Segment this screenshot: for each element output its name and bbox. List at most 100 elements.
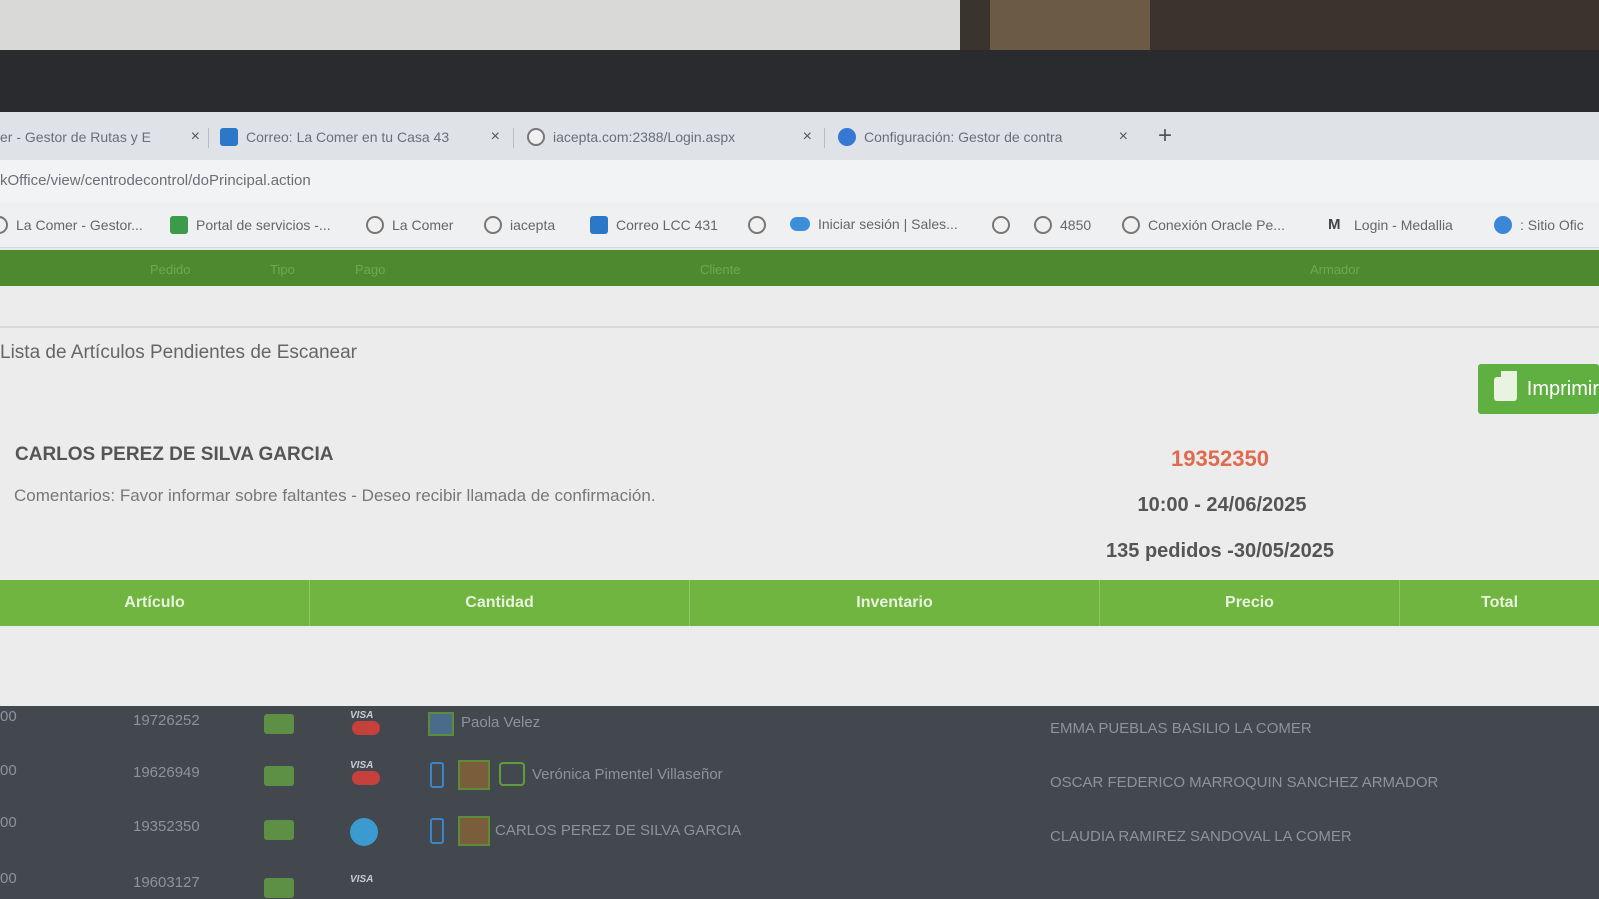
tab-separator: [824, 128, 825, 148]
url-text[interactable]: kOffice/view/centrodecontrol/doPrincipal…: [0, 172, 311, 189]
address-bar[interactable]: kOffice/view/centrodecontrol/doPrincipal…: [0, 160, 1599, 202]
row-assembler: CLAUDIA RAMIREZ SANDOVAL LA COMER: [1050, 828, 1352, 845]
close-icon[interactable]: ×: [191, 128, 200, 146]
row-prefix: 00: [0, 814, 17, 831]
medallia-icon: M: [1328, 216, 1341, 233]
phone-icon: [430, 762, 444, 788]
col-total: Total: [1480, 594, 1519, 611]
bookmark-label: Login - Medallia: [1354, 217, 1453, 233]
bookmark-label: La Comer - Gestor...: [16, 217, 143, 233]
bookmark-sitio-oficial[interactable]: : Sitio Ofic: [1494, 216, 1584, 234]
table-row[interactable]: 00 19726252 VISA Paola Velez EMMA PUEBLA…: [0, 706, 1599, 756]
close-icon[interactable]: ×: [1119, 128, 1128, 146]
product-thumbnail-icon: [458, 816, 490, 846]
tab-label: iacepta.com:2388/Login.aspx: [553, 129, 736, 145]
row-order-number: 19626949: [133, 764, 200, 781]
bookmark-label: Conexión Oracle Pe...: [1148, 217, 1285, 233]
tab-iacepta-login[interactable]: iacepta.com:2388/Login.aspx ×: [527, 120, 812, 154]
globe-icon: [992, 216, 1010, 234]
table-row[interactable]: 00 19626949 VISA Verónica Pimentel Villa…: [0, 756, 1599, 806]
customer-name: CARLOS PEREZ DE SILVA GARCIA: [15, 444, 334, 465]
row-prefix: 00: [0, 708, 17, 725]
bookmark-globe-2[interactable]: [992, 216, 1018, 234]
app-header: Pedido Tipo Pago Cliente Armador: [0, 250, 1599, 286]
bookmark-iacepta[interactable]: iacepta: [484, 216, 555, 234]
screen: er - Gestor de Rutas y E × Correo: La Co…: [0, 112, 1599, 899]
bookmark-portal-servicios[interactable]: Portal de servicios -...: [170, 216, 331, 234]
product-thumbnail-icon: [458, 760, 490, 790]
globe-icon: [527, 128, 545, 146]
tab-bar: er - Gestor de Rutas y E × Correo: La Co…: [0, 112, 1599, 160]
print-button[interactable]: Imprimir: [1478, 364, 1599, 414]
visa-card-icon: VISA: [350, 710, 384, 735]
table-row[interactable]: 00 19352350 CARLOS PEREZ DE SILVA GARCIA…: [0, 808, 1599, 858]
bookmark-4850[interactable]: 4850: [1034, 216, 1091, 234]
package-icon: [499, 762, 525, 786]
client-icon: [428, 712, 454, 736]
header-col-tipo: Tipo: [270, 262, 295, 277]
outlook-icon: [220, 128, 238, 146]
tab-separator: [208, 128, 209, 148]
print-button-label: Imprimir: [1526, 377, 1599, 400]
row-assembler: OSCAR FEDERICO MARROQUIN SANCHEZ ARMADOR: [1050, 774, 1439, 791]
globe-icon: [484, 216, 502, 234]
table-row[interactable]: 00 19603127 VISA: [0, 860, 1599, 899]
truck-icon: [264, 820, 294, 840]
orders-count: 135 pedidos -30/05/2025: [1106, 540, 1334, 562]
monitor-bezel: [0, 50, 1599, 120]
bookmark-globe[interactable]: [748, 216, 774, 234]
close-icon[interactable]: ×: [491, 128, 500, 146]
bookmark-label: : Sitio Ofic: [1520, 217, 1584, 233]
bookmark-label: Iniciar sesión | Sales...: [818, 216, 958, 232]
room-background: [0, 0, 1599, 50]
col-inventario: Inventario: [690, 580, 1100, 626]
row-client: CARLOS PEREZ DE SILVA GARCIA: [495, 822, 742, 839]
tab-configuracion[interactable]: Configuración: Gestor de contra ×: [838, 120, 1128, 154]
bookmark-label: Portal de servicios -...: [196, 217, 331, 233]
col-cantidad: Cantidad: [310, 580, 690, 626]
bookmark-la-comer-gestor[interactable]: La Comer - Gestor...: [0, 216, 143, 234]
bookmark-label: Correo LCC 431: [616, 217, 718, 233]
row-order-number: 19603127: [133, 874, 200, 891]
truck-icon: [264, 766, 294, 786]
outlook-icon: [590, 216, 608, 234]
divider: [0, 326, 1599, 328]
tab-gestor-rutas[interactable]: er - Gestor de Rutas y E ×: [0, 120, 200, 154]
bookmark-la-comer[interactable]: La Comer: [366, 216, 453, 234]
col-articulo: Artículo: [0, 580, 310, 626]
printer-icon: [1494, 371, 1517, 401]
delivery-slot: 10:00 - 24/06/2025: [1137, 494, 1307, 516]
truck-icon: [264, 714, 294, 734]
phone-icon: [430, 818, 444, 844]
bookmark-salesforce[interactable]: Iniciar sesión | Sales...: [790, 216, 958, 232]
col-precio: Precio: [1100, 580, 1400, 626]
bookmark-correo-lcc[interactable]: Correo LCC 431: [590, 216, 718, 234]
row-client: Paola Velez: [461, 714, 541, 731]
world-icon: [1494, 216, 1512, 234]
new-tab-button[interactable]: +: [1158, 122, 1172, 150]
visa-card-icon: VISA: [350, 874, 374, 885]
room-wood: [990, 0, 1150, 50]
close-icon[interactable]: ×: [803, 128, 812, 146]
row-prefix: 00: [0, 870, 17, 887]
globe-icon: [366, 216, 384, 234]
order-comments: Comentarios: Favor informar sobre faltan…: [14, 486, 656, 505]
row-client: Verónica Pimentel Villaseñor: [532, 766, 723, 783]
row-assembler: EMMA PUEBLAS BASILIO LA COMER: [1050, 720, 1312, 737]
header-col-pedido: Pedido: [150, 262, 191, 277]
pending-items-panel: Lista de Artículos Pendientes de Escanea…: [0, 286, 1599, 706]
bookmark-label: iacepta: [510, 217, 556, 233]
tab-label: Configuración: Gestor de contra: [864, 129, 1063, 145]
globe-icon: [748, 216, 766, 234]
tab-correo[interactable]: Correo: La Comer en tu Casa 43 ×: [220, 120, 500, 154]
orders-list-background: 00 19726252 VISA Paola Velez EMMA PUEBLA…: [0, 706, 1599, 899]
globe-icon: [0, 216, 8, 234]
bookmark-label: 4850: [1060, 217, 1092, 233]
header-col-pago: Pago: [355, 262, 386, 277]
bookmark-label: La Comer: [392, 217, 454, 233]
bookmark-conexion-oracle[interactable]: Conexión Oracle Pe...: [1122, 216, 1285, 234]
bookmark-medallia[interactable]: M Login - Medallia: [1328, 216, 1453, 234]
globe-icon: [1122, 216, 1140, 234]
payment-icon: [350, 818, 378, 846]
row-prefix: 00: [0, 762, 17, 779]
